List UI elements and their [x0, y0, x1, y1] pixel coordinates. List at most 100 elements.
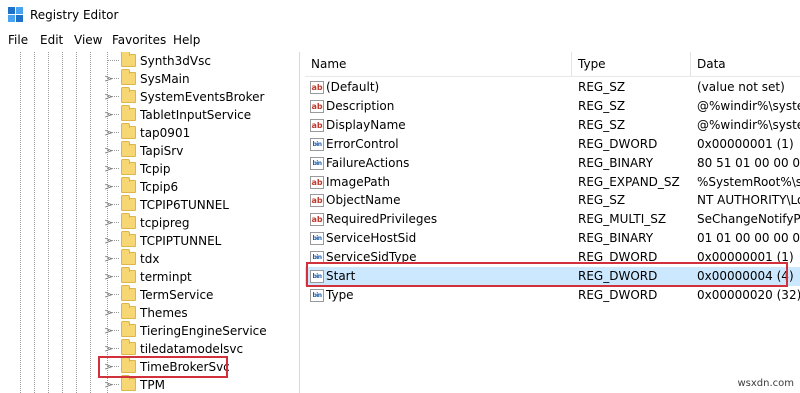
tree-item[interactable]: > Tcpip — [0, 159, 298, 178]
tree-item[interactable]: > Tcpip6 — [0, 177, 298, 196]
value-row[interactable]: bin Type REG_DWORD 0x00000020 (32) — [305, 286, 800, 305]
value-data: @%windir%\system — [697, 118, 800, 132]
tree-item[interactable]: > SysMain — [0, 69, 298, 88]
value-row[interactable]: abImagePath REG_EXPAND_SZ %SystemRoot%\sys — [305, 173, 800, 192]
binary-value-icon: bin — [310, 251, 324, 264]
value-name: Type — [326, 288, 354, 302]
folder-icon — [121, 267, 136, 283]
tree-item[interactable]: > TieringEngineService — [0, 321, 298, 340]
value-row[interactable]: bin FailureActions REG_BINARY 80 51 01 00 0… — [305, 154, 800, 173]
binary-value-icon: bin — [310, 138, 324, 151]
value-row[interactable]: abDisplayName REG_SZ @%windir%\system — [305, 116, 800, 135]
menu-favorites[interactable]: Favorites — [112, 33, 166, 47]
registry-editor-icon — [8, 7, 24, 23]
string-value-icon: ab — [310, 194, 324, 207]
expand-chevron-icon[interactable]: > — [104, 270, 113, 284]
expand-chevron-icon[interactable]: > — [104, 162, 113, 176]
folder-icon — [121, 159, 136, 175]
column-header-name[interactable]: Name — [305, 52, 572, 76]
expand-chevron-icon[interactable]: > — [104, 126, 113, 140]
menu-help[interactable]: Help — [173, 33, 200, 47]
expand-chevron-icon[interactable]: > — [104, 144, 113, 158]
tree-item-label: SystemEventsBroker — [140, 90, 265, 104]
tree-item-label: TCPIP6TUNNEL — [140, 198, 229, 212]
value-type: REG_BINARY — [578, 231, 654, 245]
value-name: ErrorControl — [326, 137, 399, 151]
value-name: (Default) — [326, 80, 380, 94]
value-row[interactable]: ab RequiredPrivileges REG_MULTI_SZ SeChange… — [305, 210, 800, 229]
tree-item[interactable]: > terminpt — [0, 267, 298, 286]
menu-view[interactable]: View — [74, 33, 102, 47]
expand-chevron-icon[interactable]: > — [104, 342, 113, 356]
expand-chevron-icon[interactable]: > — [104, 108, 113, 122]
value-row[interactable]: bin Start REG_DWORD 0x00000004 (4) — [305, 267, 800, 286]
menu-file[interactable]: File — [8, 33, 28, 47]
folder-icon — [121, 339, 136, 355]
tree-item[interactable]: Synth3dVsc — [0, 52, 298, 70]
tree-item[interactable]: > tcpipreg — [0, 213, 298, 232]
value-data: (value not set) — [697, 80, 785, 94]
value-type: REG_SZ — [578, 193, 626, 207]
expand-chevron-icon[interactable]: > — [104, 180, 113, 194]
registry-tree-pane[interactable]: Synth3dVsc > SysMain > SystemEventsBroker > Ta… — [0, 52, 300, 393]
expand-chevron-icon[interactable]: > — [104, 360, 113, 374]
values-list-pane[interactable]: Name Type Data ab (Default) REG_SZ (value n… — [305, 52, 800, 393]
folder-icon — [121, 303, 136, 319]
tree-item[interactable]: > tiledatamodelsvc — [0, 339, 298, 358]
folder-icon — [121, 87, 136, 103]
value-data: 01 01 00 00 00 00 00 — [697, 231, 800, 245]
value-name: RequiredPrivileges — [326, 212, 438, 226]
tree-item[interactable]: > TabletInputService — [0, 105, 298, 124]
value-type: REG_EXPAND_SZ — [578, 175, 680, 189]
string-value-icon: ab — [310, 119, 324, 132]
value-name: Description — [326, 99, 395, 113]
expand-chevron-icon[interactable]: > — [104, 72, 113, 86]
expand-chevron-icon[interactable]: > — [104, 90, 113, 104]
tree-item[interactable]: > SystemEventsBroker — [0, 87, 298, 106]
folder-icon — [121, 177, 136, 193]
value-row[interactable]: bin ErrorControl REG_DWORD 0x00000001 (1) — [305, 135, 800, 154]
tree-item-label: Synth3dVsc — [140, 54, 211, 68]
value-row[interactable]: ab (Default) REG_SZ (value not set) — [305, 78, 800, 97]
value-name: ObjectName — [326, 193, 401, 207]
menu-edit[interactable]: Edit — [40, 33, 63, 47]
tree-item[interactable]: > TermService — [0, 285, 298, 304]
expand-chevron-icon[interactable]: > — [104, 252, 113, 266]
value-name: ServiceHostSid — [326, 231, 417, 245]
tree-item[interactable]: > Themes — [0, 303, 298, 322]
binary-value-icon: bin — [310, 289, 324, 302]
tree-item[interactable]: > TimeBrokerSvc — [0, 357, 298, 376]
column-header-type[interactable]: Type — [572, 52, 691, 76]
value-data: 0x00000020 (32) — [697, 288, 800, 302]
tree-item[interactable]: > TCPIP6TUNNEL — [0, 195, 298, 214]
expand-chevron-icon[interactable]: > — [104, 324, 113, 338]
expand-chevron-icon[interactable]: > — [104, 234, 113, 248]
tree-item[interactable]: > tap0901 — [0, 123, 298, 142]
expand-chevron-icon[interactable]: > — [104, 288, 113, 302]
tree-item[interactable]: > TPM — [0, 375, 298, 393]
tree-item[interactable]: > tdx — [0, 249, 298, 268]
value-data: 0x00000004 (4) — [697, 269, 794, 283]
value-row[interactable]: bin ServiceHostSid REG_BINARY 01 01 00 00 0… — [305, 229, 800, 248]
value-row[interactable]: bin ServiceSidType REG_DWORD 0x00000001 (1) — [305, 248, 800, 267]
folder-icon — [121, 141, 136, 157]
value-name: ServiceSidType — [326, 250, 417, 264]
tree-item-label: tdx — [140, 252, 160, 266]
tree-item-label: TabletInputService — [140, 108, 252, 122]
binary-value-icon: bin — [310, 157, 324, 170]
expand-chevron-icon[interactable]: > — [104, 198, 113, 212]
tree-item[interactable]: > TCPIPTUNNEL — [0, 231, 298, 250]
window-title: Registry Editor — [30, 8, 119, 22]
value-row[interactable]: ab ObjectName REG_SZ NT AUTHORITY\Loc — [305, 191, 800, 210]
tree-item-label: TieringEngineService — [140, 324, 267, 338]
expand-chevron-icon[interactable]: > — [104, 378, 113, 392]
tree-item-label: TimeBrokerSvc — [140, 360, 230, 374]
value-row[interactable]: abDescription REG_SZ @%windir%\system — [305, 97, 800, 116]
expand-chevron-icon[interactable]: > — [104, 216, 113, 230]
expand-chevron-icon[interactable]: > — [104, 306, 113, 320]
tree-item-label: Tcpip — [140, 162, 171, 176]
tree-item[interactable]: > TapiSrv — [0, 141, 298, 160]
folder-icon — [121, 195, 136, 211]
value-data: @%windir%\system — [697, 99, 800, 113]
column-header-data[interactable]: Data — [691, 52, 800, 76]
